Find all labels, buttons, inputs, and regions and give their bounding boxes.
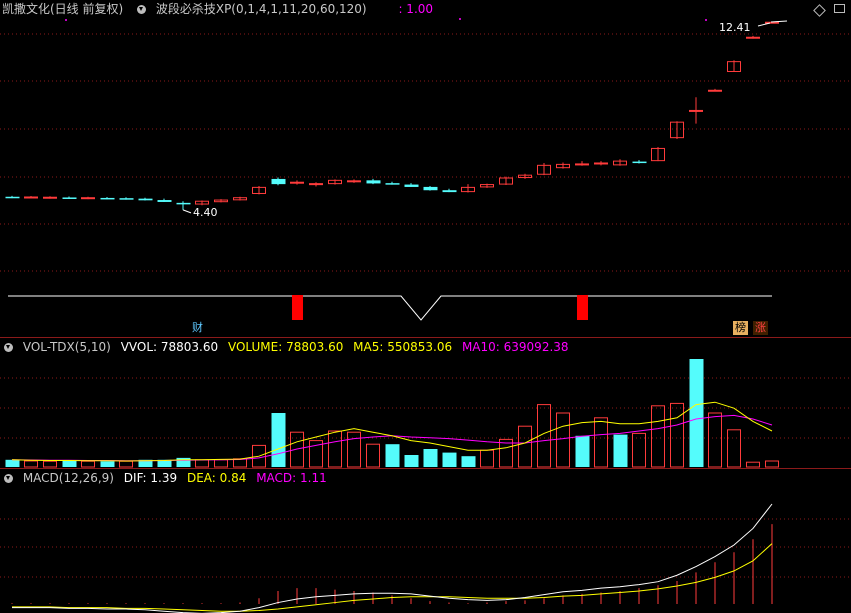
candle-body [632, 161, 647, 164]
volume-bar [81, 460, 95, 468]
candle-body [575, 163, 589, 166]
volume-bar [290, 431, 304, 468]
candle-body [100, 197, 115, 200]
volume-bar [442, 452, 457, 467]
marker-dot [65, 19, 67, 21]
finance-tag[interactable]: 财 [190, 321, 205, 335]
low-price-label: 4.40 [193, 206, 218, 219]
volume-bar [423, 449, 438, 467]
candle-body [24, 196, 38, 199]
indicator-value: : 1.00 [398, 2, 434, 16]
marker-dot [459, 18, 461, 20]
volume-bar [708, 412, 722, 468]
volume-bar [670, 402, 684, 468]
volume-chart[interactable] [0, 338, 851, 468]
signal-bar [292, 295, 303, 320]
collapse-icon[interactable] [834, 4, 845, 13]
volume-bar [347, 431, 361, 468]
volume-bar [62, 460, 77, 467]
dea-value: DEA: 0.84 [186, 471, 247, 485]
candle-body [43, 196, 57, 199]
stock-name: 凯撒文化(日线 前复权) [2, 2, 124, 16]
candle-body [366, 180, 381, 184]
candle-body [138, 198, 153, 201]
candle-body [271, 178, 286, 185]
candle-body [404, 184, 419, 187]
candle-body [81, 197, 95, 200]
signal-line [8, 295, 772, 321]
volume-bar [499, 438, 513, 468]
volume-bar [765, 460, 779, 468]
macd-menu-icon[interactable] [4, 474, 13, 483]
macd-header: MACD(12,26,9) DIF: 1.39 DEA: 0.84 MACD: … [0, 469, 333, 487]
rank-tag[interactable]: 榜 [733, 321, 748, 335]
volume-bar [727, 429, 741, 468]
volume-bar [613, 434, 628, 467]
volume-header: VOL-TDX(5,10) VVOL: 78803.60 VOLUME: 788… [0, 338, 575, 356]
volume-bar [632, 432, 646, 468]
candle-body [423, 186, 438, 191]
volume-bar [43, 460, 57, 468]
vvol-value: VVOL: 78803.60 [120, 340, 219, 354]
candle-body [746, 36, 760, 39]
high-marker-line [770, 20, 788, 23]
volume-bar [651, 405, 665, 468]
volume-value: VOLUME: 78803.60 [227, 340, 344, 354]
candle-body [290, 181, 304, 184]
volume-bar [518, 425, 532, 468]
ma5-value: MA5: 550853.06 [353, 340, 453, 354]
high-price-label: 12.41 [719, 21, 751, 34]
candle-body [309, 183, 323, 186]
macd-chart[interactable] [0, 469, 851, 613]
candle-body [5, 196, 20, 199]
macd-value: MACD: 1.11 [256, 471, 327, 485]
volume-menu-icon[interactable] [4, 343, 13, 352]
high-pointer [757, 22, 771, 27]
volume-bar [100, 461, 115, 467]
volume-bar [24, 460, 38, 468]
ma10-value: MA10: 639092.38 [461, 340, 569, 354]
candle-body [62, 197, 77, 199]
volume-bar [746, 461, 760, 468]
volume-bar [461, 456, 476, 467]
volume-bar [119, 460, 133, 468]
volume-bar [271, 413, 286, 467]
macd-panel[interactable]: MACD(12,26,9) DIF: 1.39 DEA: 0.84 MACD: … [0, 469, 851, 613]
main-header: 凯撒文化(日线 前复权) 波段必杀技XP(0,1,4,1,11,20,60,12… [0, 0, 439, 18]
volume-bar [176, 457, 191, 467]
signal-bar [577, 295, 588, 320]
volume-bar [689, 359, 704, 467]
volume-bar [366, 443, 380, 468]
volume-bar [404, 455, 419, 467]
candle-body [385, 183, 400, 185]
volume-bar [594, 417, 608, 468]
macd-title[interactable]: MACD(12,26,9) [23, 471, 114, 485]
volume-bar [575, 435, 590, 467]
indicator-menu-icon[interactable] [137, 5, 147, 14]
limit-up-tag[interactable]: 涨 [753, 321, 768, 335]
dif-value: DIF: 1.39 [123, 471, 178, 485]
volume-bar [480, 449, 494, 468]
volume-title[interactable]: VOL-TDX(5,10) [23, 340, 111, 354]
volume-bar [5, 459, 20, 467]
marker-dot [705, 19, 707, 21]
candle-body [157, 200, 172, 202]
candle-body [594, 162, 608, 165]
volume-panel[interactable]: VOL-TDX(5,10) VVOL: 78803.60 VOLUME: 788… [0, 338, 851, 468]
low-pointer [182, 209, 192, 214]
indicator-name[interactable]: 波段必杀技XP(0,1,4,1,11,20,60,120) [156, 2, 367, 16]
candle-body [442, 190, 457, 193]
candle-body [689, 109, 703, 112]
candle-body [708, 89, 722, 92]
volume-bar [195, 459, 209, 468]
volume-bar [556, 412, 570, 468]
candlestick-chart[interactable]: 12.41 4.40 [0, 0, 851, 335]
volume-bar [328, 430, 342, 468]
volume-bar [385, 444, 400, 467]
volume-bar [214, 459, 228, 468]
main-chart-panel[interactable]: 12.41 4.40 凯撒文化(日线 前复权) 波段必杀技XP(0,1,4,1,1… [0, 0, 851, 335]
candle-body [176, 202, 191, 205]
candle-body [119, 198, 134, 200]
candle-body [347, 180, 361, 183]
